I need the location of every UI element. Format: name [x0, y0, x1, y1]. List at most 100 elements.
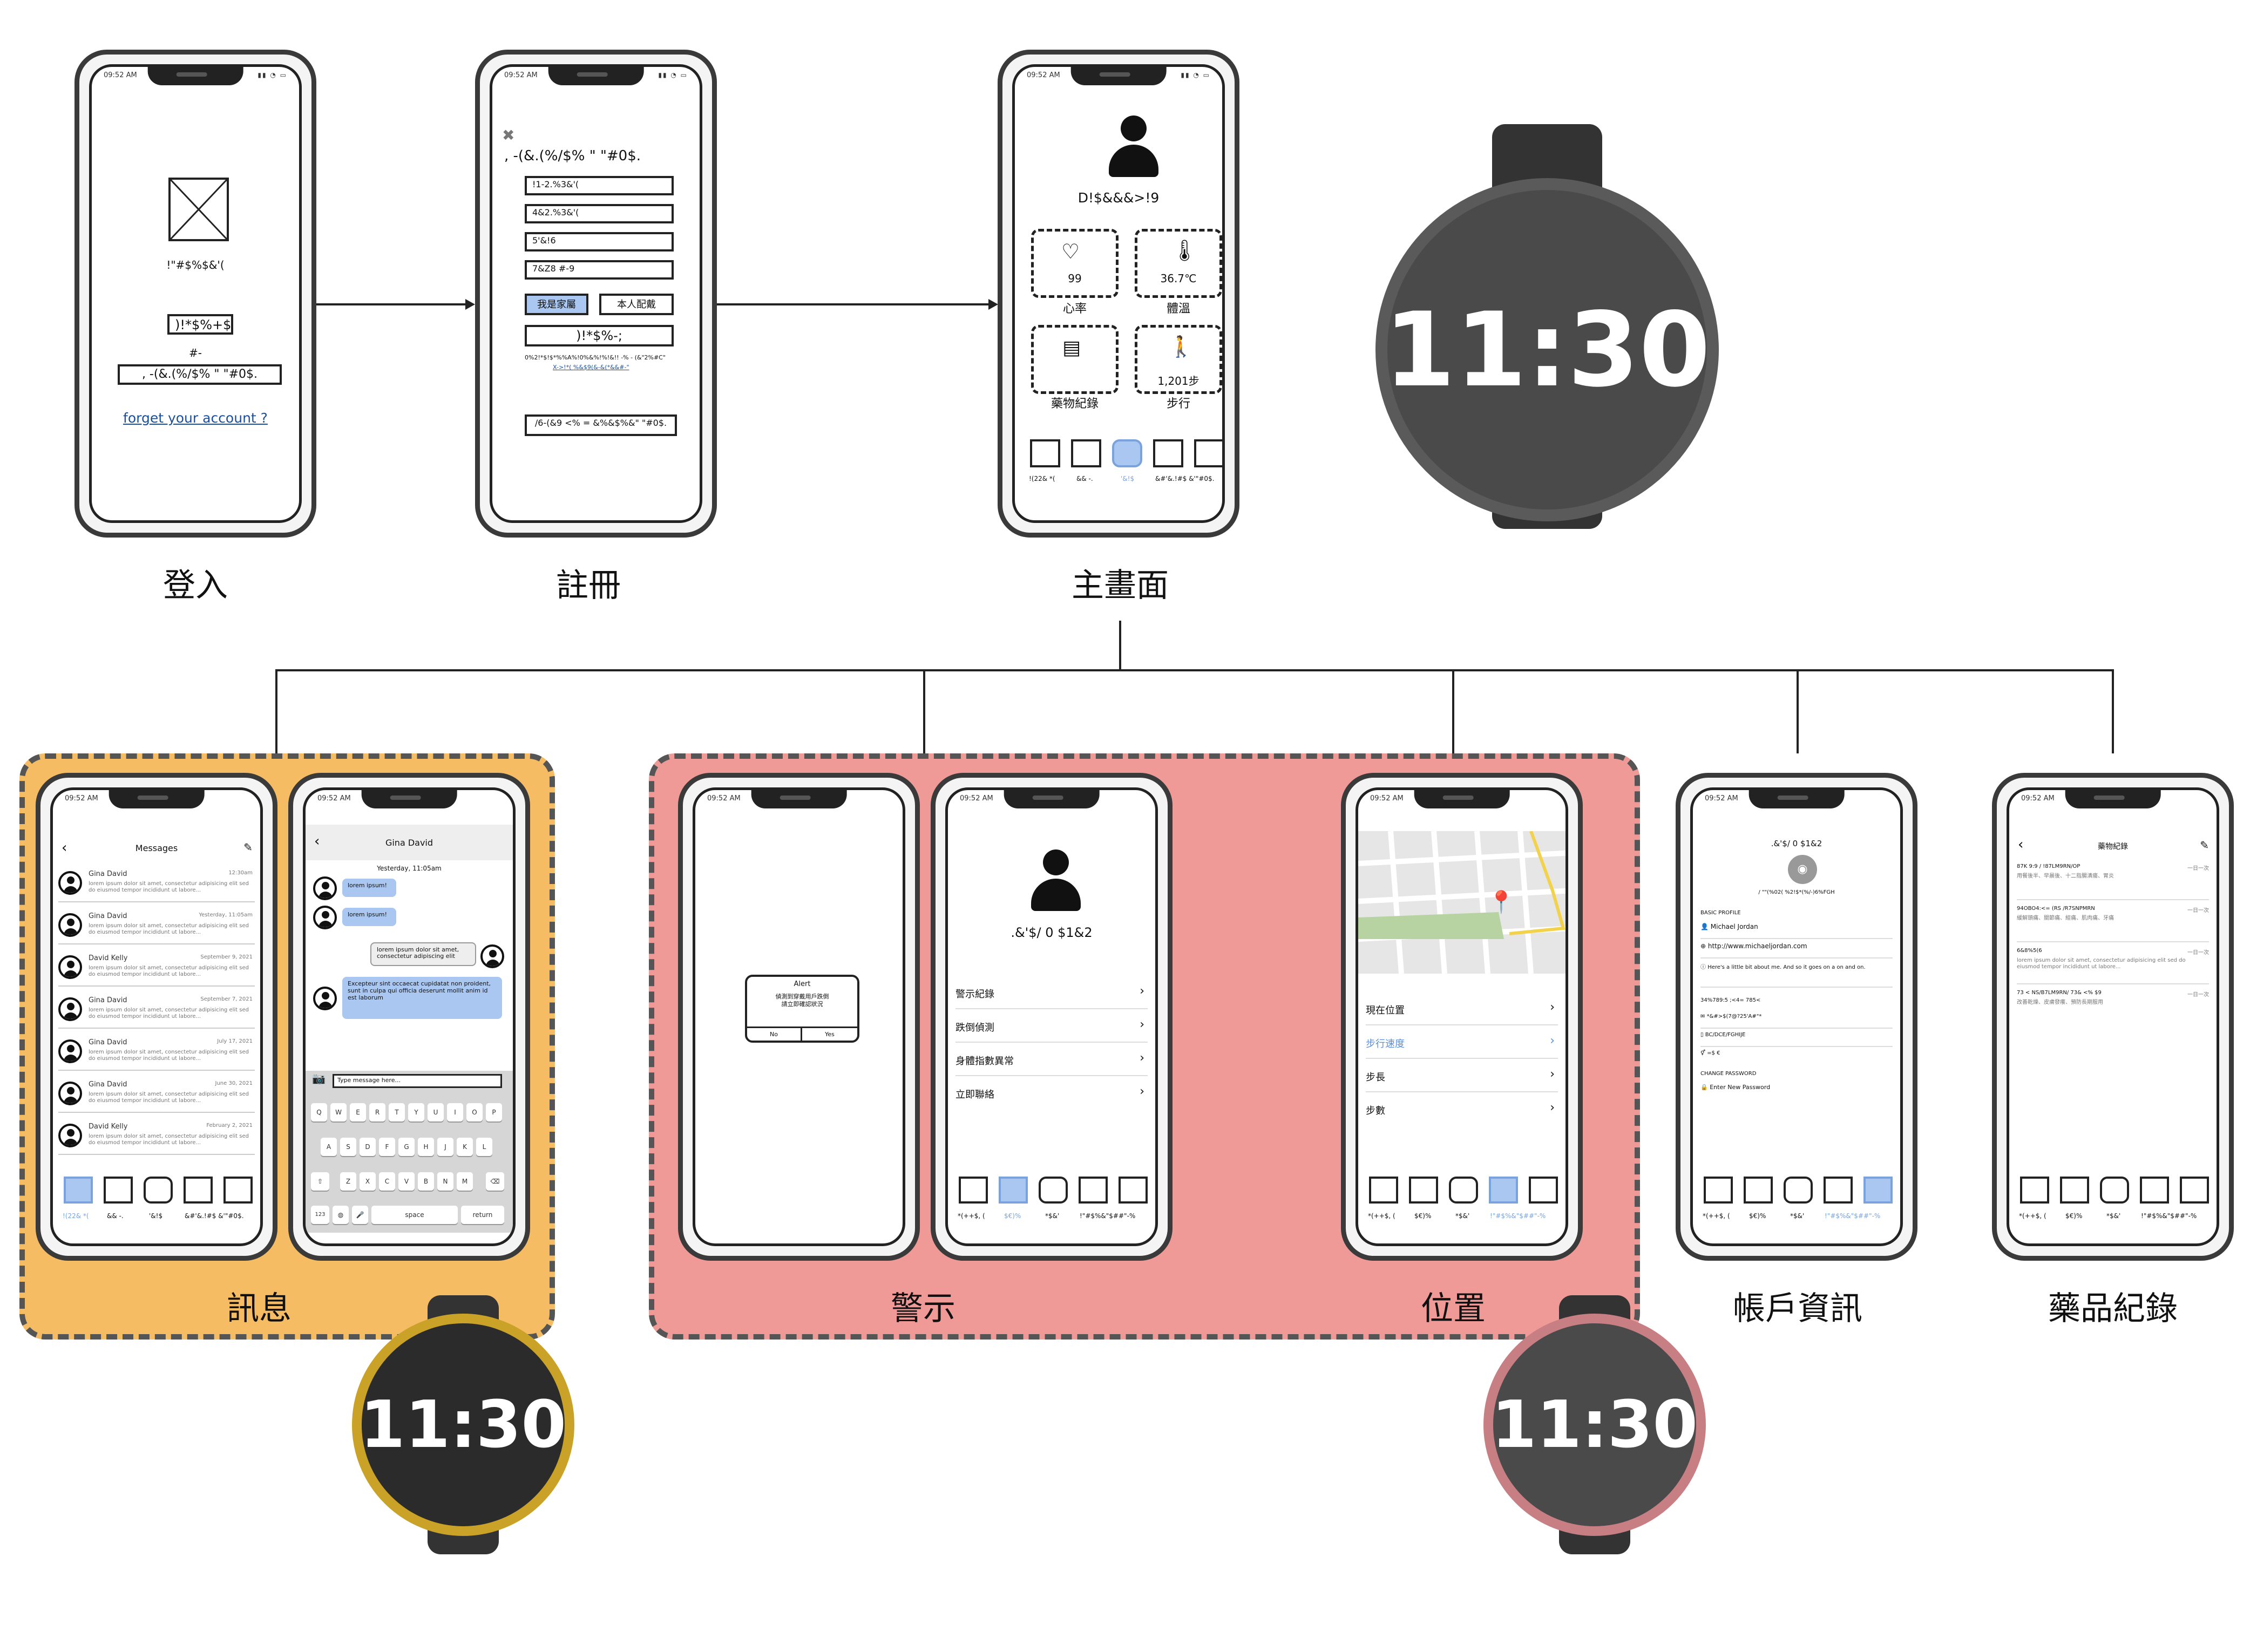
tab-4[interactable] — [184, 1177, 213, 1204]
tab-1[interactable] — [1369, 1177, 1398, 1204]
menu-item-fall-detection[interactable]: 跌倒偵測 › — [955, 1011, 1148, 1043]
tab-3[interactable] — [144, 1177, 173, 1204]
menu-item-walking-speed[interactable]: 步行速度 › — [1366, 1028, 1558, 1059]
tab-2[interactable] — [1071, 439, 1101, 467]
keyboard-key[interactable]: X — [360, 1172, 376, 1191]
url-row[interactable]: ⊕ http://www.michaeljordan.com — [1700, 942, 1893, 958]
register-bottom-button[interactable]: /6-(&9 <% = &%&$%&" "#0$. — [525, 414, 677, 436]
keyboard-key[interactable]: E — [350, 1103, 366, 1121]
keyboard-key[interactable]: M — [457, 1172, 473, 1191]
keyboard-key[interactable]: W — [330, 1103, 347, 1121]
tab-1[interactable] — [1030, 439, 1060, 467]
medication-entry[interactable]: 6&8%5(6 一日一次 lorem ipsum dolor sit amet, c… — [2017, 946, 2209, 984]
tab-4[interactable] — [1489, 1177, 1518, 1204]
menu-item-stride-length[interactable]: 步長 › — [1366, 1061, 1558, 1092]
name-row[interactable]: 👤 Michael Jordan — [1700, 923, 1893, 939]
tab-1[interactable] — [959, 1177, 988, 1204]
message-row[interactable]: Gina David September 7, 2021 lorem ipsum d… — [58, 992, 255, 1029]
keyboard-key[interactable]: I — [447, 1103, 463, 1121]
keyboard-key[interactable]: R — [369, 1103, 385, 1121]
tab-5[interactable] — [1194, 439, 1222, 467]
keyboard-key[interactable]: S — [340, 1138, 356, 1156]
register-link-button[interactable]: , -(&.(%/$% " "#0$. — [118, 364, 282, 385]
alert-yes-button[interactable]: Yes — [802, 1026, 857, 1041]
menu-item-contact-now[interactable]: 立即聯絡 › — [955, 1078, 1148, 1109]
message-row[interactable]: Gina David 12:30am lorem ipsum dolor sit a… — [58, 866, 255, 902]
register-field-1[interactable]: !1-2.%3&'( — [525, 176, 674, 195]
tab-1[interactable] — [1704, 1177, 1733, 1204]
medication-entry[interactable]: 73 < NS/B7LM9RN/ 73& <% $9 一日一次 改善乾燥、皮膚發癢、… — [2017, 988, 2209, 1026]
password-row[interactable]: 🔒 Enter New Password — [1700, 1084, 1893, 1099]
tab-5[interactable] — [1529, 1177, 1558, 1204]
keyboard-key[interactable]: O — [466, 1103, 483, 1121]
message-row[interactable]: Gina David Yesterday, 11:05am lorem ipsum … — [58, 908, 255, 944]
keyboard-key[interactable]: U — [428, 1103, 444, 1121]
terms-line-2[interactable]: X->!*( %&$9(&-&(*&&#-" — [553, 364, 629, 371]
shift-key-icon[interactable]: ⇧ — [311, 1172, 329, 1191]
tab-4[interactable] — [1153, 439, 1183, 467]
tab-5[interactable] — [2180, 1177, 2209, 1204]
role-family-button[interactable]: 我是家屬 — [525, 294, 588, 315]
phone-row[interactable]: ▯ BC/DCE/FGHIJE — [1700, 1032, 1893, 1047]
keyboard-key[interactable]: T — [389, 1103, 405, 1121]
message-row[interactable]: David Kelly February 2, 2021 lorem ipsum d… — [58, 1118, 255, 1155]
keyboard-key[interactable]: Z — [340, 1172, 356, 1191]
keyboard-key[interactable]: Y — [408, 1103, 424, 1121]
tab-5[interactable] — [1119, 1177, 1148, 1204]
keyboard-key[interactable]: F — [379, 1138, 395, 1156]
tab-2[interactable] — [999, 1177, 1028, 1204]
message-row[interactable]: Gina David July 17, 2021 lorem ipsum dolor… — [58, 1034, 255, 1071]
menu-item-vitals-abnormal[interactable]: 身體指數異常 › — [955, 1045, 1148, 1076]
keyboard-key[interactable]: H — [418, 1138, 434, 1156]
gender-row[interactable]: ⚥ =$ € — [1700, 1050, 1893, 1065]
keyboard-key[interactable]: Q — [311, 1103, 327, 1121]
tab-3[interactable] — [1784, 1177, 1813, 1204]
keyboard-key[interactable]: P — [486, 1103, 502, 1121]
camera-icon[interactable]: 📷 — [312, 1072, 326, 1085]
compose-icon[interactable]: ✎ — [2200, 839, 2209, 852]
register-field-3[interactable]: 5'&!6 — [525, 232, 674, 251]
tab-3[interactable] — [1112, 439, 1142, 467]
tab-4[interactable] — [1824, 1177, 1853, 1204]
login-button[interactable]: )!*$%+$ — [167, 314, 233, 335]
tab-2[interactable] — [104, 1177, 133, 1204]
keyboard-key[interactable]: K — [457, 1138, 473, 1156]
tab-4[interactable] — [2140, 1177, 2169, 1204]
tab-2[interactable] — [1744, 1177, 1773, 1204]
keyboard-key-space[interactable]: space — [371, 1206, 458, 1224]
menu-item-alert-log[interactable]: 警示紀錄 › — [955, 978, 1148, 1009]
close-icon[interactable]: ✖ — [502, 126, 514, 144]
role-self-button[interactable]: 本人配戴 — [599, 294, 674, 315]
forgot-account-link[interactable]: forget your account ? — [92, 410, 299, 426]
keyboard-key[interactable]: G — [398, 1138, 415, 1156]
tab-3[interactable] — [2100, 1177, 2129, 1204]
camera-icon[interactable]: ◉ — [1788, 855, 1817, 884]
tab-2[interactable] — [1409, 1177, 1438, 1204]
register-submit-button[interactable]: )!*$%-; — [525, 325, 674, 346]
email-row[interactable]: ✉ *&#>$(7@?25'A#"* — [1700, 1014, 1893, 1029]
register-field-2[interactable]: 4&2.%3&'( — [525, 204, 674, 223]
map-view[interactable]: 📍 — [1358, 831, 1565, 974]
keyboard-key[interactable]: V — [398, 1172, 415, 1191]
message-row[interactable]: David Kelly September 9, 2021 lorem ipsum … — [58, 950, 255, 987]
keyboard-key[interactable]: D — [360, 1138, 376, 1156]
alert-no-button[interactable]: No — [747, 1026, 802, 1041]
tab-3[interactable] — [1039, 1177, 1068, 1204]
bio-row[interactable]: ⓘ Here's a little bit about me. And so i… — [1700, 964, 1893, 988]
compose-icon[interactable]: ✎ — [243, 841, 253, 854]
medication-card[interactable] — [1031, 325, 1119, 394]
backspace-key-icon[interactable]: ⌫ — [486, 1172, 504, 1191]
tab-1[interactable] — [64, 1177, 93, 1204]
keyboard-key[interactable]: C — [379, 1172, 395, 1191]
keyboard-key-return[interactable]: return — [461, 1206, 504, 1224]
globe-key-icon[interactable]: ◍ — [333, 1206, 349, 1224]
keyboard-key[interactable]: L — [476, 1138, 492, 1156]
keyboard-key[interactable]: A — [321, 1138, 337, 1156]
keyboard-key[interactable]: B — [418, 1172, 434, 1191]
medication-entry[interactable]: 94OBO4:<= (RS /R7SNPMRN 一日一次 緩解頭痛、關節痛、經痛、肌… — [2017, 903, 2209, 942]
tab-4[interactable] — [1079, 1177, 1108, 1204]
message-row[interactable]: Gina David June 30, 2021 lorem ipsum dolor… — [58, 1076, 255, 1113]
keyboard-key[interactable]: J — [437, 1138, 453, 1156]
tab-5[interactable] — [223, 1177, 253, 1204]
chat-message-input[interactable]: Type message here... — [333, 1074, 502, 1088]
